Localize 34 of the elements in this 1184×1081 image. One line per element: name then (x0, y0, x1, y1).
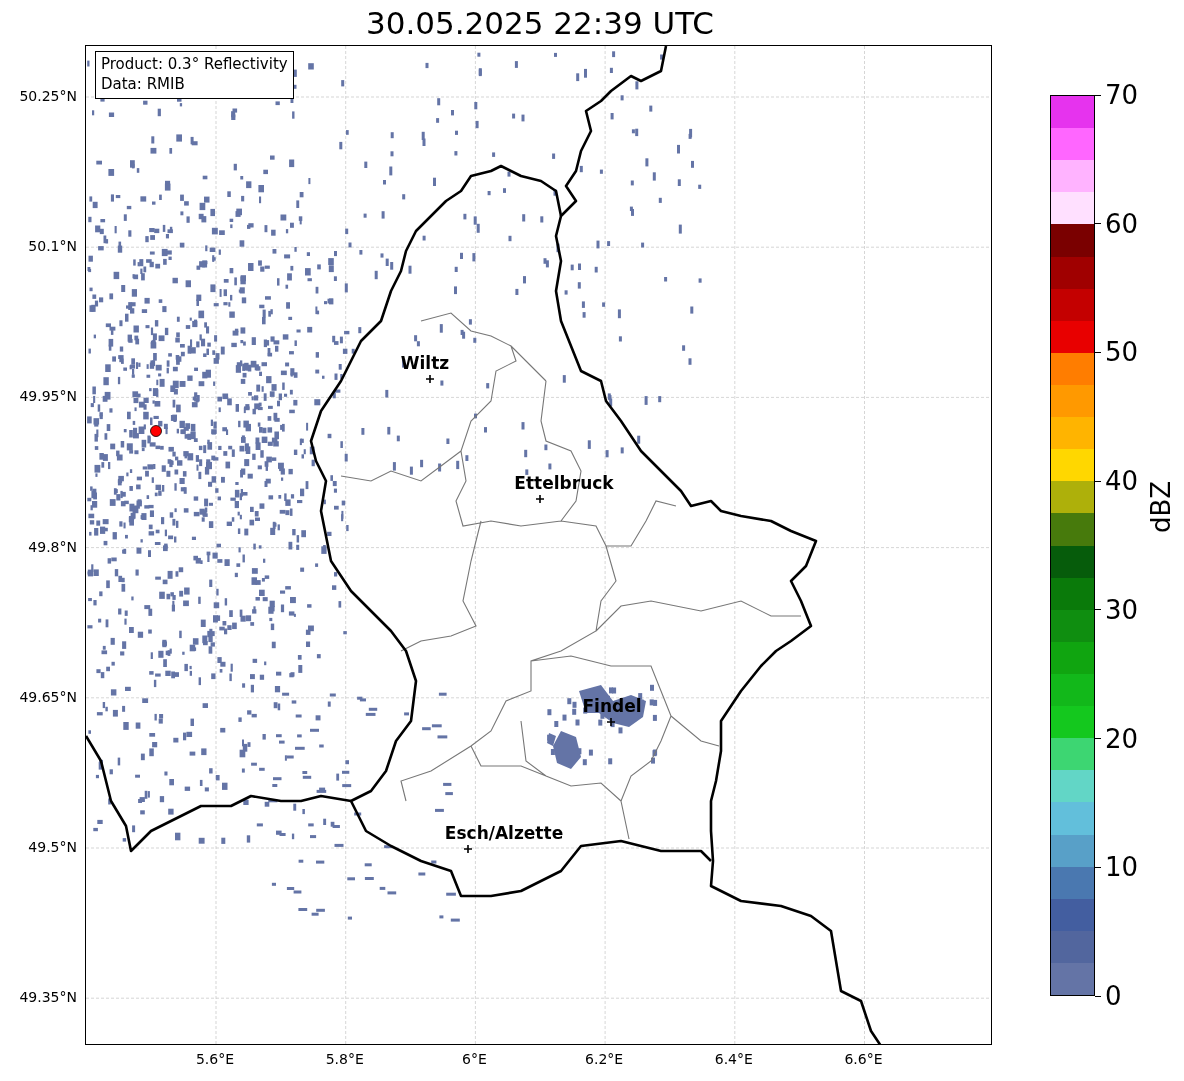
city-label: Wiltz (400, 353, 450, 373)
latitude-tick-label: 49.8°N (28, 539, 77, 554)
city-label: Ettelbruck (514, 473, 614, 493)
colorbar-tick-label: 10 (1105, 854, 1139, 881)
city-marker-icon (535, 494, 545, 504)
colorbar-tick-label: 0 (1105, 983, 1122, 1009)
city-marker-icon (425, 374, 435, 384)
city-label: Esch/Alzette (444, 823, 564, 843)
longitude-tick-label: 5.6°E (195, 1052, 235, 1066)
latitude-tick-label: 50.1°N (28, 239, 77, 254)
longitude-tick-label: 6.2°E (585, 1052, 624, 1066)
latitude-tick-label: 50.25°N (19, 89, 77, 103)
latitude-tick-label: 49.5°N (28, 840, 77, 854)
latitude-tick-label: 49.65°N (19, 689, 77, 704)
product-label: Product: 0.3° Reflectivity (101, 55, 288, 75)
longitude-tick-label: 6°E (462, 1052, 487, 1066)
city-marker-icon (606, 717, 616, 727)
city-label: Findel (582, 696, 642, 716)
city-marker-icon (463, 844, 473, 854)
longitude-tick-label: 6.6°E (844, 1052, 883, 1066)
chart-title: 30.05.2025 22:39 UTC (365, 4, 715, 43)
latitude-tick-label: 49.95°N (19, 389, 77, 404)
colorbar-tick-label: 20 (1105, 725, 1139, 752)
colorbar-tick-label: 70 (1105, 82, 1139, 108)
radar-site-marker (150, 425, 162, 437)
colorbar-label: dBZ (1148, 480, 1174, 534)
longitude-tick-label: 6.4°E (714, 1052, 753, 1066)
data-source-label: Data: RMIB (101, 74, 186, 94)
longitude-tick-label: 5.8°E (325, 1052, 364, 1066)
latitude-tick-label: 49.35°N (19, 990, 77, 1005)
colorbar-tick-label: 60 (1105, 210, 1139, 237)
colorbar-tick-label: 50 (1105, 339, 1139, 366)
colorbar-tick-label: 30 (1105, 596, 1139, 623)
colorbar-tick-label: 40 (1105, 468, 1139, 495)
